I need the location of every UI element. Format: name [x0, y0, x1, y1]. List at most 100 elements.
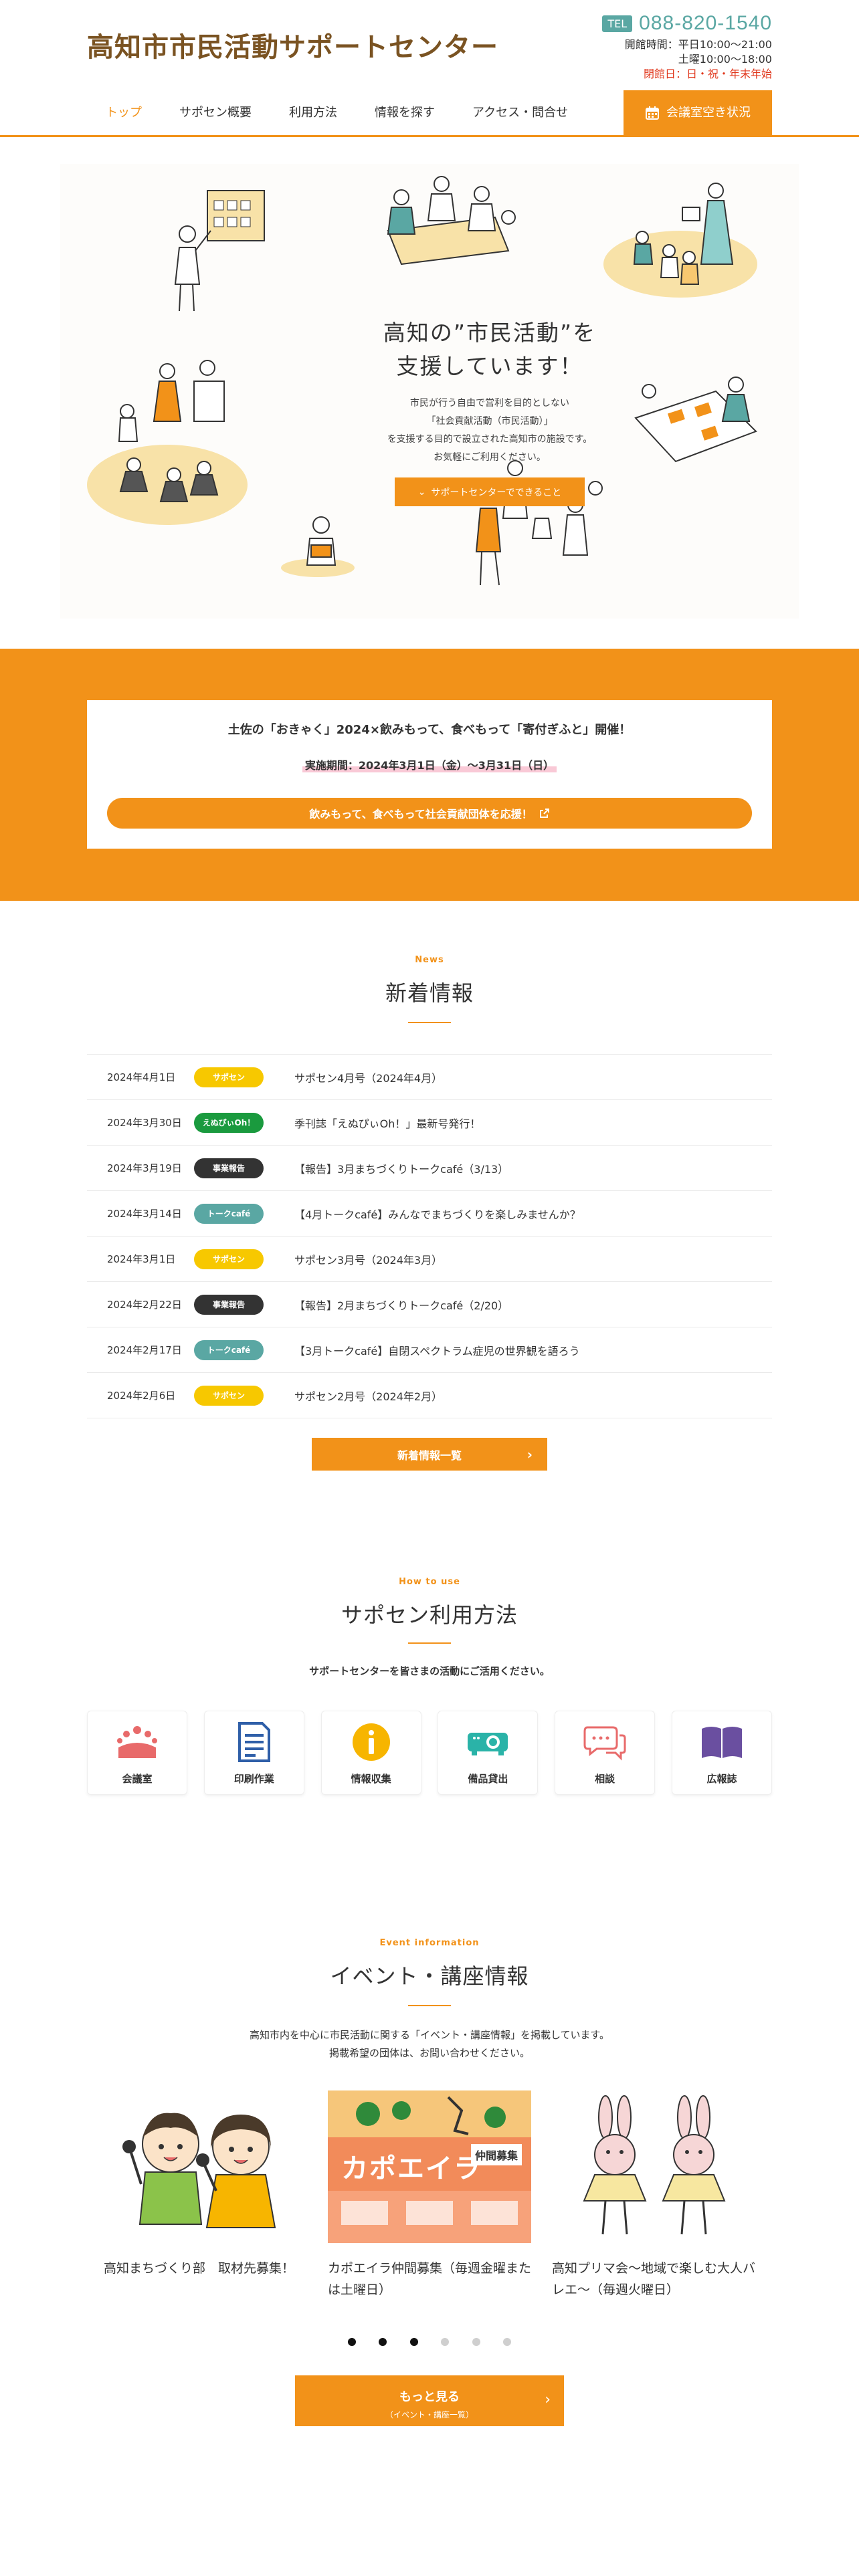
- chat-bubble-icon: [583, 1723, 626, 1761]
- howto-label: 印刷作業: [234, 1772, 274, 1786]
- hero-cta-button[interactable]: ⌄ サポートセンターでできること: [395, 477, 585, 506]
- illustration-meeting-icon: [361, 171, 522, 271]
- howto-label: 広報誌: [706, 1772, 737, 1786]
- howto-item-information[interactable]: 情報収集: [321, 1711, 421, 1795]
- howto-heading: サポセン利用方法: [0, 1598, 859, 1629]
- news-category-badge: サポセン: [194, 1386, 264, 1406]
- campaign-button[interactable]: 飲みもって、食べもって社会貢献団体を応援！: [107, 798, 752, 829]
- news-category-badge: 事業報告: [194, 1158, 264, 1178]
- nav-item-top[interactable]: トップ: [87, 90, 161, 136]
- news-date: 2024年3月19日: [87, 1161, 194, 1175]
- room-availability-label: 会議室空き状況: [666, 90, 751, 136]
- news-title[interactable]: 【報告】3月まちづくりトークcafé（3/13）: [294, 1160, 508, 1176]
- news-category-badge: トークcafé: [194, 1204, 264, 1224]
- events-more-sublabel: （イベント・講座一覧）: [295, 2409, 564, 2420]
- news-title[interactable]: 【報告】2月まちづくりトークcafé（2/20）: [294, 1297, 508, 1313]
- news-title[interactable]: サポセン2月号（2024年2月）: [294, 1388, 442, 1404]
- nav-item-access[interactable]: アクセス・問合せ: [454, 90, 587, 136]
- carousel-dot[interactable]: [410, 2338, 418, 2346]
- news-date: 2024年4月1日: [87, 1070, 194, 1084]
- news-row[interactable]: 2024年3月14日 トークcafé 【4月トークcafé】みんなでまちづくりを…: [87, 1191, 772, 1237]
- event-image[interactable]: [104, 2090, 307, 2243]
- news-category-badge: サポセン: [194, 1249, 264, 1269]
- tel-number[interactable]: 088-820-1540: [639, 12, 772, 35]
- carousel-dot[interactable]: [503, 2338, 511, 2346]
- event-card[interactable]: カポエイラ 仲間募集 カポエイラ仲間募集（毎週金曜または土曜日）: [328, 2090, 531, 2300]
- news-row[interactable]: 2024年4月1日 サポセン サポセン4月号（2024年4月）: [87, 1055, 772, 1100]
- illustration-presenter-icon: [161, 184, 268, 318]
- poster-title: カポエイラ: [341, 2147, 482, 2185]
- news-row[interactable]: 2024年3月1日 サポセン サポセン3月号（2024年3月）: [87, 1237, 772, 1282]
- news-date: 2024年2月6日: [87, 1388, 194, 1402]
- howto-item-newsletter[interactable]: 広報誌: [672, 1711, 772, 1795]
- news-list: 2024年4月1日 サポセン サポセン4月号（2024年4月） 2024年3月3…: [87, 1054, 772, 1418]
- ballet-rabbits-illustration: [552, 2090, 755, 2243]
- event-image[interactable]: [552, 2090, 755, 2243]
- kids-microphone-illustration: [104, 2090, 307, 2243]
- news-title[interactable]: 【4月トークcafé】みんなでまちづくりを楽しみませんか？: [294, 1206, 581, 1222]
- contact-info: TEL 088-820-1540 開館時間：平日10:00〜21:00 土曜10…: [602, 12, 772, 82]
- news-row[interactable]: 2024年3月30日 えぬぴぃOh！ 季刊誌「えぬぴぃOh！」最新号発行！: [87, 1100, 772, 1146]
- news-date: 2024年3月14日: [87, 1206, 194, 1220]
- nav-item-search[interactable]: 情報を探す: [356, 90, 454, 136]
- event-card[interactable]: 高知まちづくり部 取材先募集！: [104, 2090, 307, 2300]
- carousel-dot[interactable]: [379, 2338, 387, 2346]
- campaign-period: 実施期間：2024年3月1日（金）〜3月31日（日）: [302, 756, 557, 772]
- hero-text-line4: お気軽にご利用ください。: [434, 452, 546, 463]
- illustration-reader-icon: [291, 512, 351, 572]
- news-title[interactable]: 季刊誌「えぬぴぃOh！」最新号発行！: [294, 1115, 480, 1131]
- nav-item-usage[interactable]: 利用方法: [270, 90, 356, 136]
- site-header: 高知市市民活動サポートセンター TEL 088-820-1540 開館時間：平日…: [0, 0, 859, 137]
- howto-item-meeting-room[interactable]: 会議室: [87, 1711, 187, 1795]
- events-lead-line2: 掲載希望の団体は、お問い合わせください。: [329, 2047, 530, 2059]
- hero-title: 高知の”市民活動”を 支援しています！: [322, 316, 657, 383]
- news-row[interactable]: 2024年2月6日 サポセン サポセン2月号（2024年2月）: [87, 1373, 772, 1418]
- news-row[interactable]: 2024年2月17日 トークcafé 【3月トークcafé】自閉スペクトラム症児…: [87, 1327, 772, 1373]
- news-heading-en: News: [0, 955, 859, 965]
- external-link-icon: [539, 808, 550, 819]
- carousel-dot[interactable]: [441, 2338, 449, 2346]
- poster-subtitle: 仲間募集: [471, 2144, 522, 2165]
- event-card[interactable]: 高知プリマ会〜地域で楽しむ大人バレエ〜（毎週火曜日）: [552, 2090, 755, 2300]
- news-category-badge: サポセン: [194, 1067, 264, 1087]
- carousel-dot[interactable]: [348, 2338, 356, 2346]
- events-carousel: 高知まちづくり部 取材先募集！ カポエイラ 仲間募集 カポエイラ仲間募集（毎週金…: [104, 2090, 755, 2300]
- news-title[interactable]: 【3月トークcafé】自閉スペクトラム症児の世界観を語ろう: [294, 1342, 580, 1358]
- news-title[interactable]: サポセン3月号（2024年3月）: [294, 1251, 442, 1267]
- howto-label: 会議室: [122, 1772, 152, 1786]
- meeting-room-icon: [116, 1723, 159, 1761]
- hero-text-line2: 「社会貢献活動（市民活動）」: [427, 416, 553, 427]
- event-title[interactable]: 高知まちづくり部 取材先募集！: [104, 2258, 307, 2279]
- howto-label: 備品貸出: [468, 1772, 508, 1786]
- site-logo[interactable]: 高知市市民活動サポートセンター: [87, 25, 498, 64]
- howto-item-printing[interactable]: 印刷作業: [204, 1711, 304, 1795]
- news-more-button[interactable]: 新着情報一覧 ›: [312, 1438, 547, 1471]
- illustration-reading-icon: [615, 177, 763, 298]
- event-title[interactable]: 高知プリマ会〜地域で楽しむ大人バレエ〜（毎週火曜日）: [552, 2258, 755, 2300]
- campaign-card: 土佐の「おきゃく」2024×飲みもって、食べもって「寄付ぎふと」開催！ 実施期間…: [87, 700, 772, 849]
- events-lead: 高知市内を中心に市民活動に関する「イベント・講座情報」を掲載しています。 掲載希…: [0, 2026, 859, 2062]
- chevron-right-icon: ›: [545, 2391, 551, 2408]
- nav-item-about[interactable]: サポセン概要: [161, 90, 270, 136]
- event-image[interactable]: カポエイラ 仲間募集: [328, 2090, 531, 2243]
- howto-item-equipment[interactable]: 備品貸出: [438, 1711, 538, 1795]
- room-availability-button[interactable]: 会議室空き状況: [624, 90, 772, 136]
- hero-title-line2: 支援しています！: [396, 353, 583, 379]
- carousel-pagination: [348, 2338, 511, 2346]
- events-more-button[interactable]: もっと見る （イベント・講座一覧） ›: [295, 2375, 564, 2426]
- carousel-dot[interactable]: [472, 2338, 480, 2346]
- event-title[interactable]: カポエイラ仲間募集（毎週金曜または土曜日）: [328, 2258, 531, 2300]
- news-row[interactable]: 2024年2月22日 事業報告 【報告】2月まちづくりトークcafé（2/20）: [87, 1282, 772, 1327]
- howto-item-consultation[interactable]: 相談: [555, 1711, 655, 1795]
- news-heading: 新着情報: [0, 976, 859, 1007]
- campaign-band: 土佐の「おきゃく」2024×飲みもって、食べもって「寄付ぎふと」開催！ 実施期間…: [0, 649, 859, 901]
- illustration-group-icon: [87, 358, 261, 505]
- news-title[interactable]: サポセン4月号（2024年4月）: [294, 1069, 442, 1085]
- howto-heading-underline: [408, 1642, 451, 1644]
- news-row[interactable]: 2024年3月19日 事業報告 【報告】3月まちづくりトークcafé（3/13）: [87, 1146, 772, 1191]
- howto-heading-en: How to use: [0, 1577, 859, 1587]
- hero-text-line3: を支援する目的で設立された高知市の施設です。: [387, 434, 593, 445]
- hero-cta-label: サポートセンターでできること: [431, 486, 561, 499]
- news-date: 2024年2月17日: [87, 1343, 194, 1357]
- document-icon: [237, 1722, 272, 1762]
